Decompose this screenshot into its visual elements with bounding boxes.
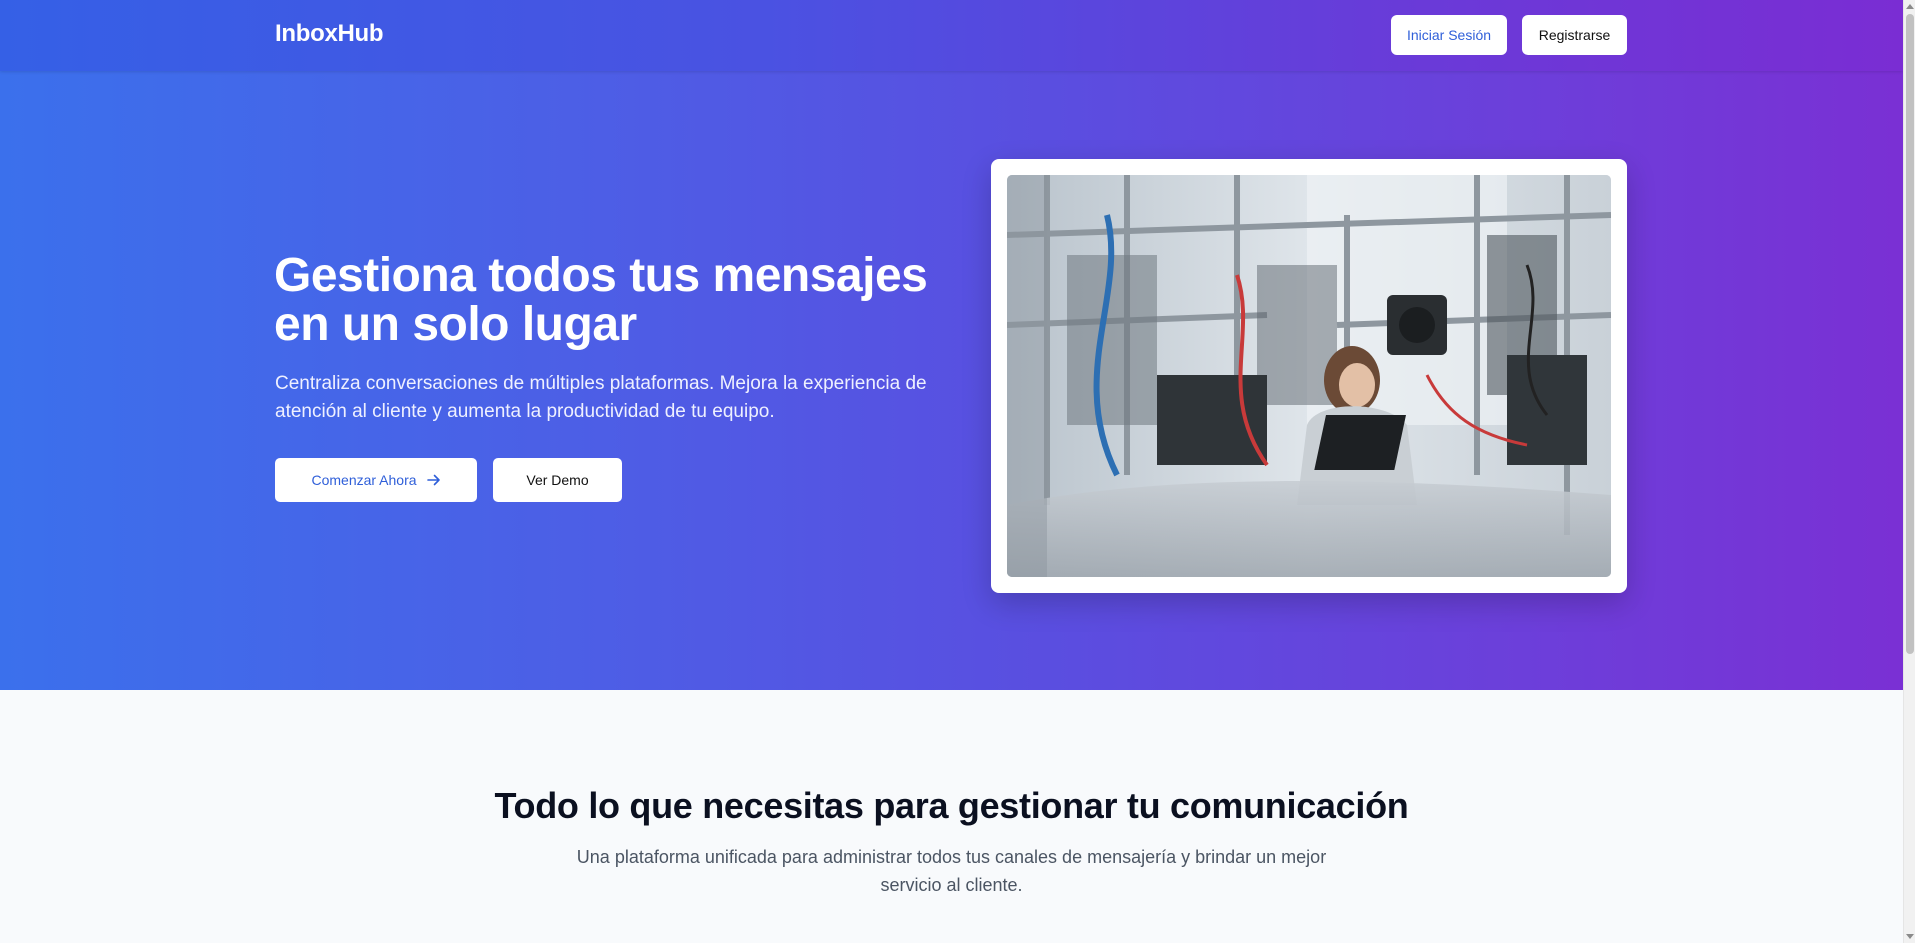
features-subtitle: Una plataforma unificada para administra… (576, 847, 1327, 895)
browser-viewport: InboxHub Iniciar Sesión Registrarse Gest… (0, 0, 1915, 943)
register-button[interactable]: Registrarse (1522, 15, 1627, 55)
hero-subtitle: Centraliza conversaciones de múltiples p… (275, 373, 927, 422)
brand-logo[interactable]: InboxHub (275, 20, 384, 48)
hero-image-card (991, 159, 1627, 593)
scroll-down-arrow-icon[interactable] (1906, 934, 1914, 939)
top-navbar: InboxHub Iniciar Sesión Registrarse (0, 0, 1903, 71)
start-now-label: Comenzar Ahora (311, 472, 417, 488)
hero-section: Gestiona todos tus mensajes en un solo l… (0, 71, 1903, 690)
scroll-up-arrow-icon[interactable] (1906, 4, 1914, 9)
view-demo-button[interactable]: Ver Demo (493, 458, 622, 502)
hero-title: Gestiona todos tus mensajes en un solo l… (274, 249, 928, 351)
login-button[interactable]: Iniciar Sesión (1391, 15, 1507, 55)
landing-page: InboxHub Iniciar Sesión Registrarse Gest… (0, 0, 1903, 943)
arrow-right-icon (426, 474, 440, 486)
lab-photo-illustration (1007, 175, 1611, 577)
hero-photo (1007, 175, 1611, 577)
scroll-thumb[interactable] (1906, 14, 1914, 654)
features-title: Todo lo que necesitas para gestionar tu … (494, 785, 1409, 826)
start-now-button[interactable]: Comenzar Ahora (275, 458, 477, 502)
vertical-scrollbar[interactable] (1903, 0, 1915, 943)
